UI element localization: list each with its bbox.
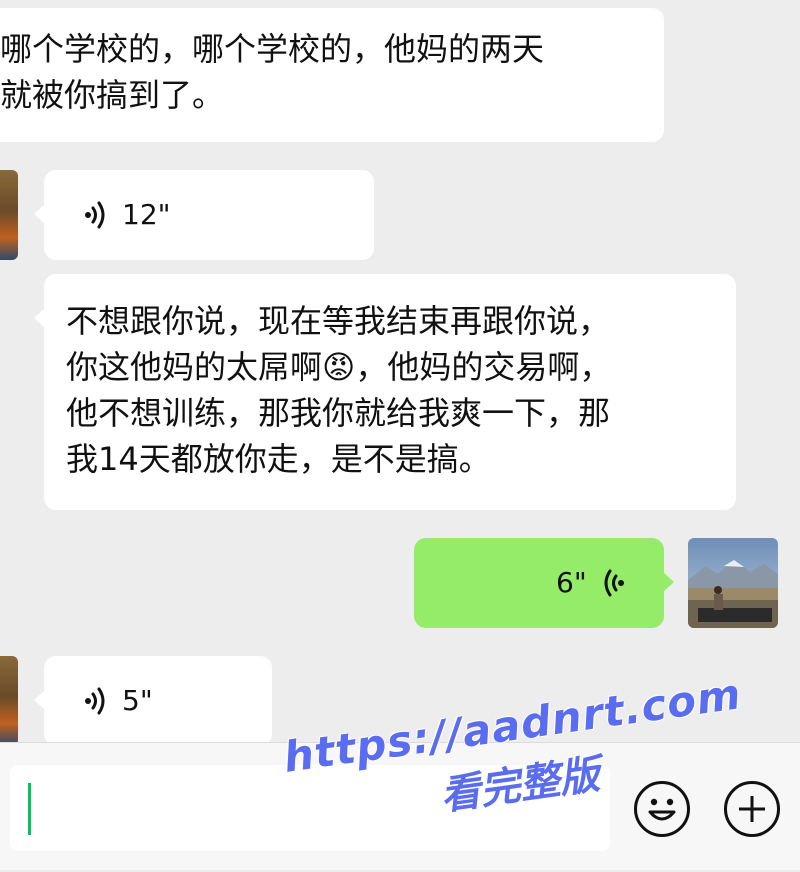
voice-duration: 6" bbox=[556, 566, 587, 599]
voice-duration: 12" bbox=[122, 198, 171, 231]
text-caret bbox=[28, 783, 31, 835]
self-voice-message-bubble[interactable]: 6" bbox=[414, 538, 674, 628]
message-text: 哪个学校的，哪个学校的，他妈的两天 就被你搞到了。 bbox=[0, 30, 545, 114]
voice-wave-icon bbox=[604, 569, 624, 596]
voice-message-bubble[interactable]: 5" bbox=[34, 656, 272, 746]
message-bubble-text-1[interactable]: 哪个学校的，哪个学校的，他妈的两天 就被你搞到了。 bbox=[0, 8, 664, 142]
voice-message-bubble[interactable]: 12" bbox=[34, 170, 374, 260]
message-text: 不想跟你说，现在等我结束再跟你说， 你这他妈的太屌啊😡，他妈的交易啊， 他不想训… bbox=[66, 302, 612, 478]
contact-avatar[interactable] bbox=[0, 170, 18, 260]
voice-wave-icon bbox=[85, 687, 105, 714]
contact-avatar[interactable] bbox=[0, 656, 18, 746]
message-bubble-text-2[interactable]: 不想跟你说，现在等我结束再跟你说， 你这他妈的太屌啊😡，他妈的交易啊， 他不想训… bbox=[34, 274, 736, 510]
self-avatar[interactable] bbox=[688, 538, 778, 628]
landscape-avatar-image bbox=[688, 538, 778, 628]
voice-wave-icon bbox=[85, 201, 105, 228]
voice-duration: 5" bbox=[122, 684, 153, 717]
